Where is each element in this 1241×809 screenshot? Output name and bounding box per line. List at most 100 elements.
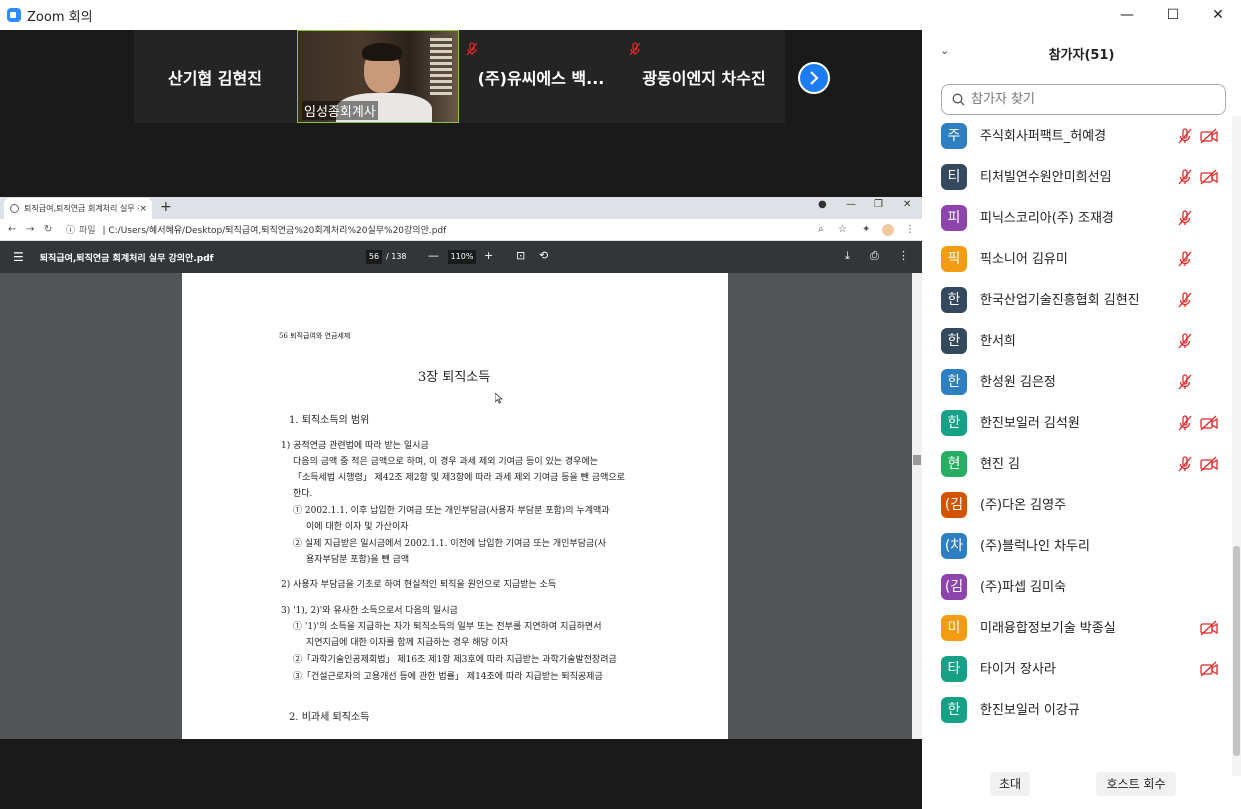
browser-close-button[interactable]: ✕ bbox=[903, 199, 911, 210]
info-icon: ⓘ bbox=[66, 226, 76, 236]
fit-page-icon[interactable]: ⊡ bbox=[516, 249, 525, 263]
chevron-right-icon bbox=[810, 71, 819, 85]
mic-muted-icon bbox=[629, 42, 641, 56]
url-field[interactable]: ⓘ 파일 | C:/Users/혜서혜유/Desktop/퇴직급여,퇴직연금%20… bbox=[66, 223, 446, 236]
pdf-viewport: 56 퇴직급여와 연금세제 3장 퇴직소득 1. 퇴직소득의 범위 1) 공적연… bbox=[0, 273, 912, 739]
avatar[interactable] bbox=[882, 223, 894, 236]
profile-icon[interactable]: ● bbox=[818, 199, 827, 210]
participant-tile[interactable]: (주)유씨에스 백... bbox=[460, 30, 622, 123]
participant-scrollbar-thumb[interactable] bbox=[1233, 546, 1240, 756]
participant-row[interactable]: 한 한국산업기술진흥협회 김현진 bbox=[922, 280, 1233, 321]
download-icon[interactable]: ⤓ bbox=[845, 249, 850, 263]
forward-icon[interactable]: → bbox=[26, 224, 36, 235]
minimize-button[interactable]: — bbox=[1104, 0, 1150, 30]
participant-name: 한국산업기술진흥협회 김현진 bbox=[980, 293, 1140, 308]
avatar: 한 bbox=[941, 287, 967, 313]
video-off-icon bbox=[1200, 128, 1218, 148]
pdf-scrollbar-thumb[interactable] bbox=[913, 455, 921, 465]
participant-row[interactable]: 현 현진 김 bbox=[922, 444, 1233, 485]
tab-title: 퇴직급여,퇴직연금 회계처리 실무 강의안.pdf bbox=[24, 204, 139, 213]
body-text: ① 2002.1.1. 이후 납입한 기여금 또는 개인부담금(사용자 부담분 … bbox=[293, 506, 610, 516]
page-header: 56 퇴직급여와 연금세제 bbox=[279, 332, 351, 340]
participant-row[interactable]: 미 미래융합정보기술 박종실 bbox=[922, 608, 1233, 649]
participant-scrollbar[interactable] bbox=[1232, 116, 1241, 776]
participant-tile[interactable]: 광동이엔지 차수진 bbox=[623, 30, 785, 123]
video-off-icon bbox=[1200, 456, 1218, 476]
zoom-lens-icon[interactable]: ⌕ bbox=[818, 224, 824, 235]
body-text: 이에 대한 이자 및 가산이자 bbox=[306, 522, 409, 532]
participant-name: 미래융합정보기술 박종실 bbox=[980, 621, 1116, 636]
participant-name: (주)블럭나인 차두리 bbox=[980, 539, 1090, 554]
page-number-input[interactable]: 56 bbox=[366, 250, 382, 264]
avatar: 피 bbox=[941, 205, 967, 231]
reclaim-host-button[interactable]: 호스트 회수 bbox=[1096, 772, 1176, 796]
mic-muted-icon bbox=[1177, 333, 1193, 353]
mouse-cursor-icon bbox=[495, 393, 503, 404]
page-total: / 138 bbox=[386, 252, 407, 261]
maximize-button[interactable]: ☐ bbox=[1150, 0, 1196, 30]
participant-row[interactable]: (차 (주)블럭나인 차두리 bbox=[922, 526, 1233, 567]
participant-name: 한서희 bbox=[980, 334, 1016, 349]
browser-tab[interactable]: 퇴직급여,퇴직연금 회계처리 실무 강의안.pdf × bbox=[4, 198, 152, 219]
participant-name: (주)파셉 김미숙 bbox=[980, 580, 1067, 595]
browser-maximize-button[interactable]: ❐ bbox=[874, 199, 883, 210]
participant-name: 현진 김 bbox=[980, 457, 1021, 472]
avatar: 한 bbox=[941, 369, 967, 395]
browser-minimize-button[interactable]: — bbox=[846, 199, 856, 210]
participant-row[interactable]: 주 주식회사퍼팩트_허예경 bbox=[922, 116, 1233, 157]
participant-row[interactable]: 픽 픽소니어 김유미 bbox=[922, 239, 1233, 280]
body-text: 지연지급에 대한 이자를 함께 지급하는 경우 해당 이자 bbox=[306, 638, 509, 648]
video-off-icon bbox=[1200, 415, 1218, 435]
section-heading: 2. 비과세 퇴직소득 bbox=[289, 712, 370, 723]
participant-row[interactable]: 티 티처빌연수원안미희선임 bbox=[922, 157, 1233, 198]
more-options-icon[interactable]: ⋮ bbox=[898, 249, 909, 263]
extensions-icon[interactable]: ✦ bbox=[862, 224, 870, 235]
participant-row[interactable]: 타 타이거 장사라 bbox=[922, 649, 1233, 690]
tab-close-icon[interactable]: × bbox=[139, 204, 147, 214]
zoom-in-button[interactable]: + bbox=[484, 249, 493, 263]
participant-name: 타이거 장사라 bbox=[980, 662, 1056, 677]
bookmark-star-icon[interactable]: ☆ bbox=[838, 224, 847, 235]
participant-row[interactable]: (김 (주)파셉 김미숙 bbox=[922, 567, 1233, 608]
invite-button[interactable]: 초대 bbox=[990, 772, 1030, 796]
participant-tile-name: 임성종회계사 bbox=[302, 101, 378, 120]
body-text: ② 실제 지급받은 일시금에서 2002.1.1. 이전에 납입한 기여금 또는… bbox=[293, 539, 607, 549]
print-icon[interactable]: ⎙ bbox=[870, 249, 879, 263]
next-page-button[interactable] bbox=[798, 62, 830, 94]
participant-row[interactable]: 한 한성원 김은정 bbox=[922, 362, 1233, 403]
window-title: Zoom 회의 bbox=[27, 9, 93, 25]
participant-row[interactable]: (김 (주)다온 김영주 bbox=[922, 485, 1233, 526]
maximize-icon: ☐ bbox=[1166, 7, 1180, 23]
participants-title: 참가자(51) bbox=[1048, 48, 1115, 63]
mic-muted-icon bbox=[466, 42, 478, 56]
avatar: 타 bbox=[941, 656, 967, 682]
participant-tile[interactable]: 산기협 김현진 bbox=[134, 30, 296, 123]
hamburger-menu-icon[interactable]: ☰ bbox=[13, 250, 24, 264]
reload-icon[interactable]: ↻ bbox=[44, 224, 54, 235]
list-item: 3) '1), 2)'와 유사한 소득으로서 다음의 일시금 bbox=[281, 606, 458, 616]
body-text: ① '1)'의 소득을 지급하는 자가 퇴직소득의 일부 또는 전부를 지연하여… bbox=[293, 622, 602, 632]
rotate-icon[interactable]: ⟲ bbox=[539, 249, 548, 263]
close-window-button[interactable]: ✕ bbox=[1195, 0, 1241, 30]
browser-menu-icon[interactable]: ⋮ bbox=[905, 224, 915, 235]
back-icon[interactable]: ← bbox=[8, 224, 18, 235]
participant-row[interactable]: 피 피닉스코리아(주) 조재경 bbox=[922, 198, 1233, 239]
participant-name: (주)다온 김영주 bbox=[980, 498, 1067, 513]
participant-row[interactable]: 한 한진보일러 김석원 bbox=[922, 403, 1233, 444]
pdf-toolbar: ☰ 퇴직급여,퇴직연금 회계처리 실무 강의안.pdf 56 / 138 — 1… bbox=[0, 241, 922, 273]
participant-row[interactable]: 한 한서희 bbox=[922, 321, 1233, 362]
new-tab-button[interactable]: + bbox=[160, 199, 172, 215]
participant-search[interactable] bbox=[941, 84, 1226, 115]
participant-tile-name: 산기협 김현진 bbox=[168, 68, 262, 88]
avatar: 미 bbox=[941, 615, 967, 641]
participant-video-tile[interactable]: 임성종회계사 bbox=[297, 30, 459, 123]
pdf-scrollbar[interactable] bbox=[912, 273, 922, 739]
zoom-logo-icon bbox=[7, 8, 21, 22]
zoom-level-input[interactable]: 110% bbox=[448, 250, 476, 264]
avatar: 주 bbox=[941, 123, 967, 149]
participant-row[interactable]: 한 한진보일러 이강규 bbox=[922, 690, 1233, 731]
search-input[interactable] bbox=[971, 92, 1201, 107]
zoom-out-button[interactable]: — bbox=[428, 249, 439, 263]
search-icon bbox=[952, 93, 965, 106]
participant-name: 픽소니어 김유미 bbox=[980, 252, 1068, 267]
